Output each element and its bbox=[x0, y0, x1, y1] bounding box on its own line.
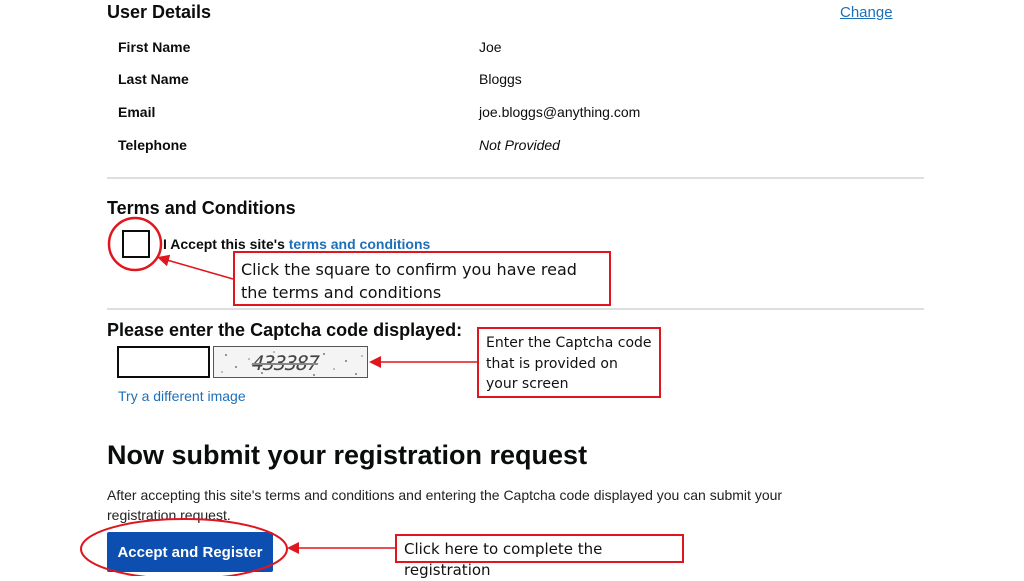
divider bbox=[107, 177, 924, 179]
last-name-value: Bloggs bbox=[479, 71, 522, 87]
submit-description: After accepting this site's terms and co… bbox=[107, 487, 783, 523]
telephone-label: Telephone bbox=[118, 137, 187, 153]
last-name-label: Last Name bbox=[118, 71, 189, 87]
captcha-callout: Enter the Captcha code that is provided … bbox=[477, 327, 661, 398]
terms-callout-arrow bbox=[157, 254, 234, 280]
terms-accept-text: I Accept this site's bbox=[163, 236, 289, 252]
telephone-value: Not Provided bbox=[479, 137, 560, 153]
captcha-callout-text: Enter the Captcha code that is provided … bbox=[486, 335, 652, 392]
change-link[interactable]: Change bbox=[840, 4, 893, 21]
accept-and-register-label: Accept and Register bbox=[117, 543, 263, 561]
terms-callout: Click the square to confirm you have rea… bbox=[233, 251, 611, 306]
user-details-heading: User Details bbox=[107, 2, 212, 22]
submit-callout: Click here to complete the registration bbox=[395, 534, 684, 579]
first-name-value: Joe bbox=[479, 39, 502, 55]
captcha-input[interactable] bbox=[117, 346, 210, 378]
captcha-image: 433387 bbox=[213, 346, 368, 378]
captcha-code: 433387 bbox=[248, 351, 322, 375]
terms-link[interactable]: terms and conditions bbox=[289, 236, 431, 252]
terms-checkbox[interactable] bbox=[122, 230, 150, 258]
captcha-heading: Please enter the Captcha code displayed: bbox=[107, 320, 463, 340]
terms-callout-text: Click the square to confirm you have rea… bbox=[241, 260, 577, 302]
accept-and-register-button[interactable]: Accept and Register bbox=[107, 532, 273, 572]
terms-heading: Terms and Conditions bbox=[107, 198, 296, 218]
try-different-image-link[interactable]: Try a different image bbox=[118, 388, 246, 404]
submit-callout-text: Click here to complete the registration bbox=[404, 540, 603, 579]
divider bbox=[107, 308, 924, 310]
email-value: joe.bloggs@anything.com bbox=[479, 104, 641, 120]
email-label: Email bbox=[118, 104, 156, 120]
first-name-label: First Name bbox=[118, 39, 191, 55]
submit-heading: Now submit your registration request bbox=[107, 440, 588, 470]
terms-accept-label: I Accept this site's terms and condition… bbox=[163, 236, 430, 252]
